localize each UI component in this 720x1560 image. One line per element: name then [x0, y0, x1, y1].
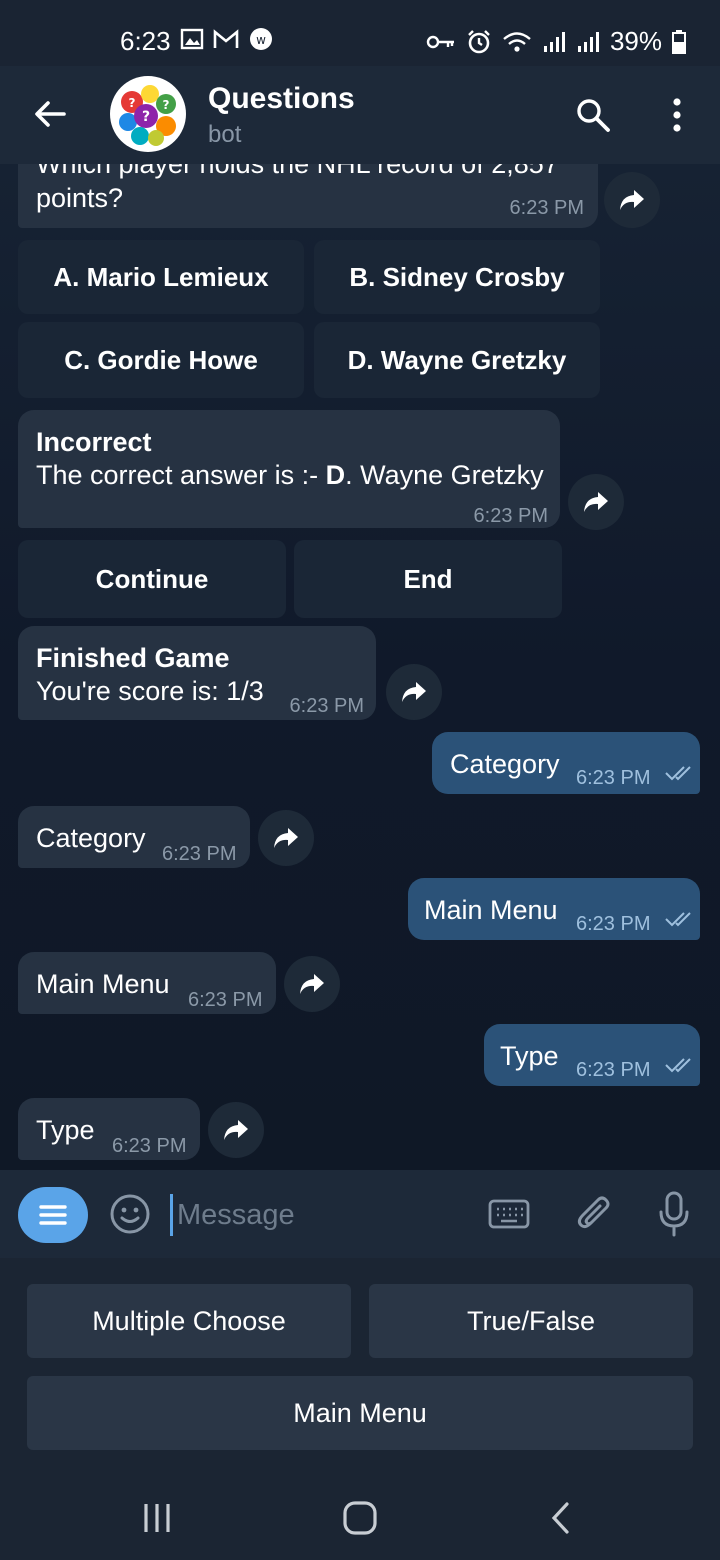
outgoing-message: Main Menu 6:23 PM: [408, 878, 700, 940]
keyboard-icon[interactable]: [488, 1196, 530, 1232]
forward-button[interactable]: [386, 664, 442, 720]
recent-apps-icon[interactable]: [140, 1500, 176, 1536]
chat-subtitle: bot: [208, 121, 242, 148]
message-time: 6:23 PM: [162, 843, 237, 865]
wifi-icon: [502, 30, 532, 54]
question-text: Which player holds the NHL record of 2,8…: [36, 164, 559, 179]
message-time: 6:23 PM: [509, 197, 584, 219]
message-time: 6:23 PM: [473, 505, 548, 527]
outgoing-text: Category: [450, 749, 560, 779]
outgoing-text: Main Menu: [424, 895, 558, 925]
message-input-bar: [0, 1170, 720, 1258]
end-button[interactable]: End: [294, 540, 562, 618]
forward-button[interactable]: [568, 474, 624, 530]
forward-button[interactable]: [284, 956, 340, 1012]
message-time: 6:23 PM: [188, 989, 263, 1011]
incoming-text: Type: [36, 1115, 95, 1145]
microphone-icon[interactable]: [656, 1190, 692, 1238]
question-text-line2: points?: [36, 183, 124, 213]
finished-title: Finished Game: [36, 643, 230, 673]
finished-message: Finished Game You're score is: 1/3 6:23 …: [18, 626, 376, 720]
chat-header: ? ? ? Questions bot: [0, 66, 720, 164]
avatar[interactable]: ? ? ?: [110, 76, 186, 152]
result-text: The correct answer is :- D. Wayne Gretzk…: [36, 459, 544, 492]
message-time: 6:23 PM: [576, 913, 651, 935]
result-prefix: The correct answer is :-: [36, 460, 326, 490]
question-message: Which player holds the NHL record of 2,8…: [18, 164, 598, 228]
main-menu-button[interactable]: Main Menu: [27, 1376, 693, 1450]
gmail-icon: [212, 28, 240, 50]
search-icon[interactable]: [572, 94, 614, 136]
battery-level: 39%: [609, 26, 662, 56]
multiple-choose-button[interactable]: Multiple Choose: [27, 1284, 351, 1358]
read-checkmarks-icon: [665, 1058, 691, 1073]
incoming-text: Main Menu: [36, 969, 170, 999]
attach-icon[interactable]: [574, 1192, 614, 1236]
back-icon[interactable]: [546, 1500, 576, 1536]
system-icons: 39%: [426, 26, 686, 57]
status-time: 6:23: [120, 26, 171, 56]
emoji-icon[interactable]: [108, 1192, 152, 1236]
status-bar: 6:23 w 39%: [0, 0, 720, 66]
app-badge-icon: w: [248, 26, 274, 52]
svg-text:?: ?: [142, 109, 150, 125]
forward-button[interactable]: [258, 810, 314, 866]
more-vertical-icon[interactable]: [662, 94, 692, 136]
svg-text:w: w: [256, 33, 266, 47]
result-title: Incorrect: [36, 427, 152, 457]
alarm-icon: [466, 29, 492, 55]
message-time: 6:23 PM: [289, 695, 364, 717]
answer-button-a[interactable]: A. Mario Lemieux: [18, 240, 304, 314]
menu-icon: [39, 1205, 67, 1225]
result-letter: D: [325, 460, 346, 490]
signal-icon: [542, 30, 566, 54]
read-checkmarks-icon: [665, 766, 691, 781]
image-icon: [180, 28, 204, 50]
bot-menu-button[interactable]: [18, 1187, 88, 1243]
chat-area[interactable]: Which player holds the NHL record of 2,8…: [0, 164, 720, 1170]
chat-title[interactable]: Questions: [208, 82, 355, 116]
incoming-text: Category: [36, 823, 146, 853]
incoming-message: Main Menu 6:23 PM: [18, 952, 276, 1014]
message-time: 6:23 PM: [112, 1135, 187, 1157]
svg-text:?: ?: [129, 96, 136, 110]
message-input[interactable]: [170, 1194, 470, 1236]
answer-button-b[interactable]: B. Sidney Crosby: [314, 240, 600, 314]
forward-button[interactable]: [604, 172, 660, 228]
finished-score: You're score is: 1/3: [36, 676, 264, 706]
result-answer: . Wayne Gretzky: [345, 460, 544, 490]
notification-icons: w: [180, 26, 274, 52]
answer-button-c[interactable]: C. Gordie Howe: [18, 322, 304, 398]
battery-icon: [672, 29, 686, 54]
outgoing-text: Type: [500, 1041, 559, 1071]
vpn-key-icon: [426, 33, 456, 51]
svg-text:?: ?: [163, 98, 170, 112]
read-checkmarks-icon: [665, 912, 691, 927]
back-arrow-icon[interactable]: [28, 92, 72, 136]
continue-button[interactable]: Continue: [18, 540, 286, 618]
system-nav-bar: [0, 1476, 720, 1560]
true-false-button[interactable]: True/False: [369, 1284, 693, 1358]
home-icon[interactable]: [340, 1498, 380, 1538]
reply-keyboard: Multiple Choose True/False Main Menu: [0, 1258, 720, 1476]
forward-button[interactable]: [208, 1102, 264, 1158]
signal-icon: [576, 30, 600, 54]
incoming-message: Type 6:23 PM: [18, 1098, 200, 1160]
answer-button-d[interactable]: D. Wayne Gretzky: [314, 322, 600, 398]
result-message: Incorrect The correct answer is :- D. Wa…: [18, 410, 560, 528]
incoming-message: Category 6:23 PM: [18, 806, 250, 868]
message-time: 6:23 PM: [576, 1059, 651, 1081]
message-time: 6:23 PM: [576, 767, 651, 789]
outgoing-message: Category 6:23 PM: [432, 732, 700, 794]
outgoing-message: Type 6:23 PM: [484, 1024, 700, 1086]
